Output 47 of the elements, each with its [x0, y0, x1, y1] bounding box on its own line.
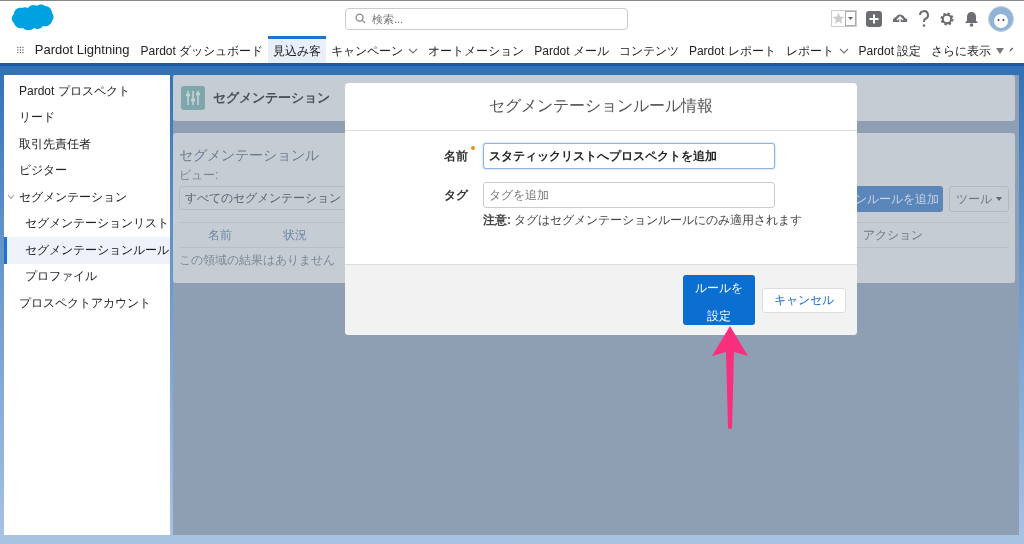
sidebar-item[interactable]: プロファイル	[4, 263, 170, 290]
cancel-button[interactable]: キャンセル	[762, 287, 846, 313]
tag-field[interactable]: タグを追加	[483, 182, 775, 208]
sliders-icon	[181, 86, 205, 110]
list-title: セグメンテーションル	[179, 147, 320, 165]
chevron-icon[interactable]	[7, 194, 15, 201]
plus-icon[interactable]	[866, 10, 882, 27]
star-icon	[832, 12, 845, 25]
search-field[interactable]: 検索...	[345, 7, 628, 30]
nav-tab[interactable]: Pardot レポート	[683, 36, 781, 63]
sidebar-item[interactable]: プロスペクトアカウント	[4, 290, 170, 317]
dropdown-icon	[845, 11, 856, 26]
nav-tab[interactable]: コンテンツ	[613, 36, 684, 63]
caret-icon	[996, 197, 1002, 201]
sidebar-item[interactable]: Pardot プロスペクト	[4, 78, 170, 105]
more-menu[interactable]: さらに表示	[926, 36, 1010, 63]
help-icon[interactable]	[918, 10, 930, 27]
search-icon	[355, 13, 366, 24]
sidebar-item[interactable]: セグメンテーションルール	[4, 237, 170, 264]
view-label: ビュー:	[179, 167, 220, 184]
nav-tab[interactable]: Pardot ダッシュボード	[135, 36, 269, 63]
chevron-down-icon[interactable]	[838, 48, 849, 54]
page-title: セグメンテーション	[213, 89, 330, 107]
favorites-button[interactable]	[831, 10, 857, 27]
nav-tab[interactable]: オートメーション	[423, 36, 530, 63]
set-rule-button[interactable]: ルールを設定	[683, 275, 755, 325]
field-label: 名前	[443, 148, 468, 165]
nav-tab[interactable]: Pardot メール	[529, 36, 614, 63]
settings-icon[interactable]	[939, 10, 955, 27]
nav-tab[interactable]: 見込み客	[268, 36, 327, 63]
caret-icon	[996, 48, 1005, 54]
sidebar-item[interactable]: リード	[4, 104, 170, 131]
sidebar-item[interactable]: セグメンテーション	[4, 184, 170, 211]
chevron-down-icon[interactable]	[408, 48, 419, 54]
sidebar-item[interactable]: 取引先責任者	[4, 131, 170, 158]
sidebar-item[interactable]: セグメンテーションリスト	[4, 210, 170, 237]
field-label: タグ	[443, 187, 468, 204]
nav-tab[interactable]: Pardot 設定	[853, 36, 927, 63]
sidebar-item[interactable]: ビジター	[4, 157, 170, 184]
name-field[interactable]: スタティックリストへプロスペクトを追加	[483, 143, 775, 169]
nav-tab[interactable]: レポート	[780, 36, 854, 63]
modal-title: セグメンテーションルール情報	[489, 96, 713, 116]
field-note: 注意: タグはセグメンテーションルールにのみ適用されます	[483, 212, 803, 229]
nav-tab[interactable]: キャンペーン	[326, 36, 424, 63]
bell-icon[interactable]	[964, 10, 979, 27]
empty-message: この領域の結果はありません	[179, 252, 336, 269]
app-name: Pardot Lightning	[34, 42, 130, 57]
